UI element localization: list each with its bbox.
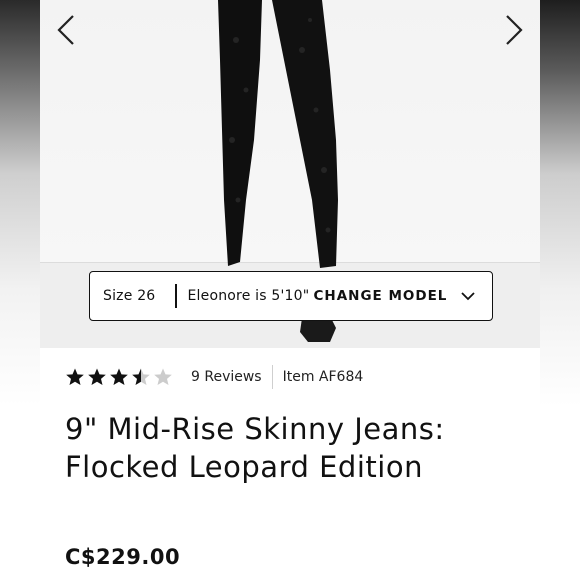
change-model-label: CHANGE MODEL bbox=[313, 288, 448, 304]
reviews-link[interactable]: 9 Reviews bbox=[191, 369, 262, 385]
rating-row: 9 Reviews Item AF684 bbox=[65, 364, 363, 390]
previous-image-button[interactable] bbox=[46, 8, 86, 52]
product-title-line-1: 9" Mid-Rise Skinny Jeans: bbox=[65, 412, 445, 446]
star-rating[interactable] bbox=[65, 367, 175, 387]
chevron-right-icon bbox=[506, 15, 523, 45]
star-half-icon bbox=[131, 367, 151, 387]
star-empty-icon bbox=[153, 367, 173, 387]
chevron-left-icon bbox=[57, 15, 74, 45]
right-blur-gutter bbox=[540, 0, 580, 580]
change-model-button[interactable]: CHANGE MODEL bbox=[314, 288, 476, 304]
next-image-button[interactable] bbox=[494, 8, 534, 52]
size-label: Size 26 bbox=[103, 288, 156, 304]
rating-divider bbox=[271, 365, 273, 389]
model-height-label: Eleonore is 5'10" bbox=[187, 288, 310, 304]
chevron-down-icon bbox=[461, 291, 476, 301]
fit-selector[interactable]: Size 26 Eleonore is 5'10" CHANGE MODEL bbox=[89, 271, 493, 321]
product-title: 9" Mid-Rise Skinny Jeans: Flocked Leopar… bbox=[65, 410, 545, 486]
star-filled-icon bbox=[109, 367, 129, 387]
star-filled-icon bbox=[65, 367, 85, 387]
star-filled-icon bbox=[87, 367, 107, 387]
product-title-line-2: Flocked Leopard Edition bbox=[65, 450, 423, 484]
item-code: Item AF684 bbox=[282, 369, 364, 385]
product-price: C$229.00 bbox=[65, 545, 181, 569]
left-blur-gutter bbox=[0, 0, 40, 580]
